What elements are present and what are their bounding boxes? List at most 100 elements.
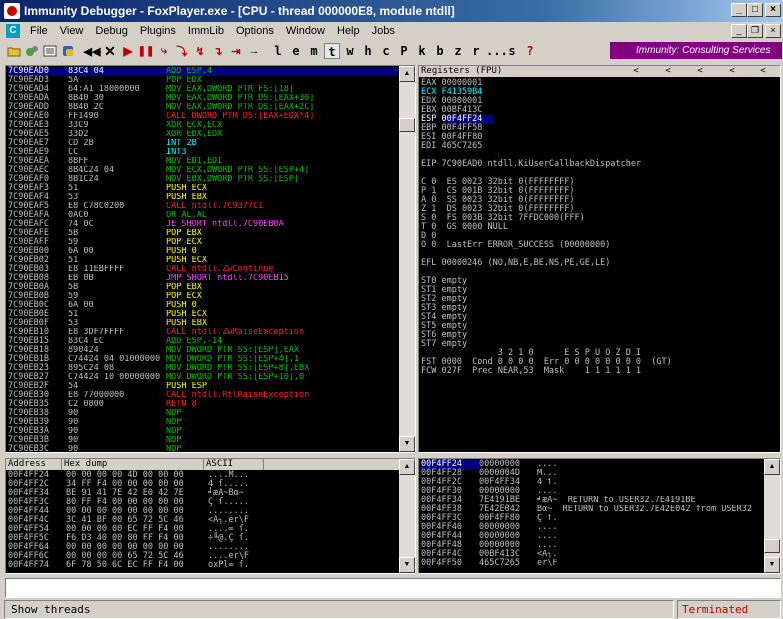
dump-row[interactable]: 00F4FF74 6F 78 50 6C EC FF F4 00 oxPl∞ ſ.	[8, 561, 398, 570]
scroll-down-icon[interactable]: ▼	[399, 436, 415, 452]
stack-row[interactable]: 00F4FF34 7E4191BE ╛æA~ RETURN to USER32.7E…	[421, 496, 763, 505]
rewind-icon[interactable]: ◀◀	[84, 43, 101, 59]
dump-scroll-up-icon[interactable]: ▲	[399, 459, 415, 475]
disasm-row[interactable]: 7C90EB30 E8 77000000 CALL ntdll.RtlRaiseEx…	[8, 391, 398, 400]
toolbar-run-trace-button[interactable]: ...	[486, 43, 508, 59]
disasm-row[interactable]: 7C90EAE9 CC INT3	[8, 148, 398, 157]
register-line[interactable]: T 0 GS 0000 NULL	[421, 223, 778, 232]
disasm-row[interactable]: 7C90EB00 6A 00 PUSH 0	[8, 247, 398, 256]
toolbar-references-button[interactable]: r	[468, 43, 484, 59]
toolbar-modules-button[interactable]: e	[288, 43, 304, 59]
disasm-row[interactable]: 7C90EB3C 90 NOP	[8, 445, 398, 453]
pause-icon[interactable]: ❚❚	[138, 43, 155, 59]
menu-window[interactable]: Window	[280, 25, 331, 37]
disasm-row[interactable]: 7C90EB10 E8 3DF7FFFF CALL ntdll.ZwRaiseExc…	[8, 328, 398, 337]
stack-row[interactable]: 00F4FF40 00000000....	[421, 523, 763, 532]
disasm-row[interactable]: 7C90EB0A 5B POP EBX	[8, 283, 398, 292]
command-input[interactable]	[5, 578, 781, 598]
dump-scrollbar[interactable]: ▲ ▼	[399, 459, 415, 573]
cpu-window-icon[interactable]: C	[6, 24, 20, 38]
menu-view[interactable]: View	[54, 25, 90, 37]
registers-nav-4[interactable]: <	[715, 66, 747, 77]
maximize-button[interactable]: □	[747, 3, 763, 17]
disasm-row[interactable]: 7C90EAE3 33C9 XOR ECX,ECX	[8, 121, 398, 130]
register-line[interactable]: EIP 7C90EAD0 ntdll.KiUserCallbackDispatc…	[421, 160, 778, 169]
disasm-row[interactable]: 7C90EB02 51 PUSH ECX	[8, 256, 398, 265]
python-icon[interactable]	[60, 43, 76, 59]
disasm-row[interactable]: 7C90EAF5 E8 C78C0200 CALL ntdll.7C9377C1	[8, 202, 398, 211]
disasm-row[interactable]: 7C90EAD4 64:A1 18000000 MOV EAX,DWORD PTR …	[8, 85, 398, 94]
menu-jobs[interactable]: Jobs	[366, 25, 401, 37]
disassembly-pane[interactable]: 7C90EAD0 83C4 04 ADD ESP,4 7C90EAD3 5A POP ED…	[5, 65, 416, 453]
stack-row[interactable]: 00F4FF48 00000000....	[421, 541, 763, 550]
mdi-restore-button[interactable]: ❐	[747, 24, 763, 38]
disasm-row[interactable]: 7C90EADA 8B40 30 MOV EAX,DWORD PTR DS:[EAX…	[8, 94, 398, 103]
hex-dump-pane[interactable]: Address Hex dump ASCII 00F4FF24 00 00 00 …	[5, 458, 416, 574]
dump-col-hex[interactable]: Hex dump	[62, 459, 204, 470]
disasm-row[interactable]: 7C90EAD0 83C4 04 ADD ESP,4	[8, 67, 398, 76]
disasm-row[interactable]: 7C90EB18 890424 MOV DWORD PTR SS:[ESP],EAX	[8, 346, 398, 355]
step-over-icon[interactable]: ⤵	[174, 43, 190, 59]
disasm-row[interactable]: 7C90EB27 C74424 10 00000000 MOV DWORD PTR …	[8, 373, 398, 382]
disasm-row[interactable]: 7C90EB23 895C24 08 MOV DWORD PTR SS:[ESP+8…	[8, 364, 398, 373]
toolbar-memory-button[interactable]: m	[306, 43, 322, 59]
disasm-row[interactable]: 7C90EB15 83C4 EC ADD ESP,-14	[8, 337, 398, 346]
trace-over-icon[interactable]: ↴	[210, 43, 226, 59]
stack-scrollbar[interactable]: ▲ ▼	[764, 459, 780, 573]
stack-row[interactable]: 00F4FF2C 00F4FF34 4 ſ.	[421, 478, 763, 487]
register-line[interactable]: EFL 00000246 (NO,NB,E,BE,NS,PE,GE,LE)	[421, 259, 778, 268]
disasm-row[interactable]: 7C90EB1B C74424 04 01000000 MOV DWORD PTR …	[8, 355, 398, 364]
disasm-row[interactable]: 7C90EB03 E8 11EBFFFF CALL ntdll.ZwContinue	[8, 265, 398, 274]
disasm-row[interactable]: 7C90EB38 90 NOP	[8, 409, 398, 418]
menu-immlib[interactable]: ImmLib	[182, 25, 230, 37]
disasm-row[interactable]: 7C90EB08 EB 0B JMP SHORT ntdll.7C90EB15	[8, 274, 398, 283]
disasm-row[interactable]: 7C90EAFC 74 0C JE SHORT ntdll.7C90EB0A	[8, 220, 398, 229]
register-line[interactable]: ST0 empty	[421, 277, 778, 286]
attach-icon[interactable]	[24, 43, 40, 59]
disasm-row[interactable]: 7C90EAF4 53 PUSH EBX	[8, 193, 398, 202]
disasm-row[interactable]: 7C90EADD 8B40 2C MOV EAX,DWORD PTR DS:[EAX…	[8, 103, 398, 112]
register-line[interactable]: ST1 empty	[421, 286, 778, 295]
disasm-row[interactable]: 7C90EB3B 90 NOP	[8, 436, 398, 445]
disasm-row[interactable]: 7C90EB3A 90 NOP	[8, 427, 398, 436]
stack-pane[interactable]: 00F4FF24 00000000.... 00F4FF28 0000004D M...…	[418, 458, 781, 574]
stack-scroll-down-icon[interactable]: ▼	[764, 557, 780, 573]
registers-nav-5[interactable]: <	[747, 66, 777, 77]
disasm-row[interactable]: 7C90EAFF 59 POP ECX	[8, 238, 398, 247]
menu-plugins[interactable]: Plugins	[134, 25, 182, 37]
registers-nav-1[interactable]: <	[619, 66, 651, 77]
toolbar-breakpoints-button[interactable]: b	[432, 43, 448, 59]
toolbar-help-button[interactable]: ?	[522, 43, 538, 59]
stop-icon[interactable]: ✕	[102, 43, 118, 59]
toolbar-handles-button[interactable]: h	[360, 43, 376, 59]
disasm-row[interactable]: 7C90EB0B 59 POP ECX	[8, 292, 398, 301]
register-line[interactable]: EDI 465C7265	[421, 142, 778, 151]
dump-col-ascii[interactable]: ASCII	[204, 459, 264, 470]
toolbar-callstack-button[interactable]: k	[414, 43, 430, 59]
menu-debug[interactable]: Debug	[89, 25, 133, 37]
disasm-row[interactable]: 7C90EAF3 51 PUSH ECX	[8, 184, 398, 193]
disasm-row[interactable]: 7C90EAE7 CD 2B INT 2B	[8, 139, 398, 148]
disasm-row[interactable]: 7C90EAFA 0AC0 OR AL,AL	[8, 211, 398, 220]
stack-row[interactable]: 00F4FF24 00000000....	[421, 460, 763, 469]
toolbar-log-button[interactable]: l	[270, 43, 286, 59]
register-line[interactable]: ST5 empty	[421, 322, 778, 331]
registers-nav-2[interactable]: <	[651, 66, 683, 77]
register-line[interactable]: ST4 empty	[421, 313, 778, 322]
menu-help[interactable]: Help	[331, 25, 366, 37]
mdi-close-button[interactable]: ×	[765, 24, 781, 38]
run-icon[interactable]: ▶	[120, 43, 136, 59]
disasm-row[interactable]: 7C90EAF0 8B1C24 MOV EBX,DWORD PTR SS:[ESP]	[8, 175, 398, 184]
scroll-thumb[interactable]	[399, 118, 415, 132]
disasm-row[interactable]: 7C90EAD3 5A POP EDX	[8, 76, 398, 85]
disasm-row[interactable]: 7C90EB39 90 NOP	[8, 418, 398, 427]
register-line[interactable]: ST2 empty	[421, 295, 778, 304]
menu-file[interactable]: File	[24, 25, 54, 37]
register-line[interactable]	[421, 268, 778, 277]
register-line[interactable]: ST3 empty	[421, 304, 778, 313]
register-line[interactable]: ST6 empty	[421, 331, 778, 340]
registers-pane[interactable]: Registers (FPU) < < < < < EAX 00000001 EC…	[418, 65, 781, 453]
disasm-row[interactable]: 7C90EAE0 FF1490 CALL DWORD PTR DS:[EAX+EDX…	[8, 112, 398, 121]
toolbar-hwbp-button[interactable]: z	[450, 43, 466, 59]
step-into-icon[interactable]: ⤷	[156, 43, 172, 59]
